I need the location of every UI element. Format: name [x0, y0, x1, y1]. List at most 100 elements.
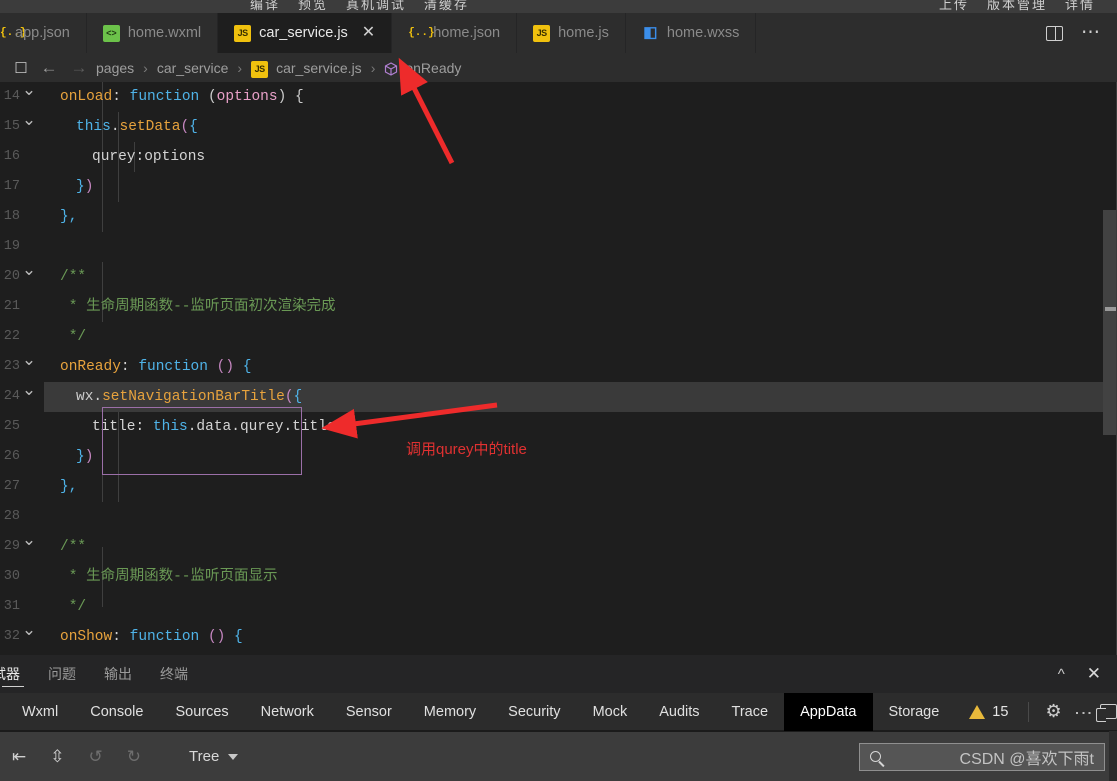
code-line[interactable]: }) [44, 442, 1117, 472]
split-editor-icon[interactable] [1046, 25, 1063, 41]
devtools-tab-trace[interactable]: Trace [716, 693, 785, 731]
line-number-gutter[interactable]: 14 15 16 17 18 19 20 21 22 23 24 25 26 27 28 29 30 31 32 [0, 82, 44, 655]
editor-scrollbar[interactable] [1103, 82, 1117, 655]
gutter-line[interactable]: 14 [0, 82, 44, 112]
breadcrumb-item-car_service-js[interactable]: car_service.js [274, 60, 364, 76]
top-menu-right-item-0[interactable]: 上传 [939, 0, 969, 12]
editor-tab-home-json[interactable]: {..} home.json [392, 13, 518, 53]
devtools-tab-audits[interactable]: Audits [643, 693, 715, 731]
top-menu-right[interactable]: 上传 版本管理 详情 [921, 0, 1095, 13]
back-navigation-icon[interactable]: ← [34, 58, 64, 78]
vertical-dots-icon[interactable]: ⋮ [1072, 704, 1096, 720]
code-line[interactable]: */ [44, 592, 1117, 622]
devtools-tab-appdata[interactable]: AppData [784, 692, 873, 731]
code-line[interactable]: }, [44, 472, 1117, 502]
gutter-line[interactable]: 20 [0, 262, 44, 292]
code-line[interactable]: * 生命周期函数--监听页面显示 [44, 562, 1117, 592]
devtools-tab-wxml[interactable]: Wxml [0, 693, 74, 731]
gutter-line[interactable]: 18 [0, 202, 44, 232]
gutter-line[interactable]: 23 [0, 352, 44, 382]
collapse-all-icon[interactable]: ⇤ [0, 747, 38, 767]
code-line[interactable]: qurey:options [44, 142, 1117, 172]
breadcrumb-item-car_service[interactable]: car_service [155, 60, 231, 76]
gutter-line[interactable]: 15 [0, 112, 44, 142]
code-line[interactable]: * 生命周期函数--监听页面初次渲染完成 [44, 292, 1117, 322]
gutter-line[interactable]: 31 [0, 592, 44, 622]
code-line[interactable]: /** [44, 532, 1117, 562]
editor-tab-app-json[interactable]: {..} app.json [0, 13, 87, 53]
code-line[interactable]: this.setData({ [44, 112, 1117, 142]
code-line[interactable]: onShow: function () { [44, 622, 1117, 652]
close-panel-icon[interactable]: ✕ [1087, 664, 1101, 684]
top-menu-right-item-1[interactable]: 版本管理 [987, 0, 1047, 12]
fold-chevron-icon[interactable] [20, 532, 38, 562]
fold-chevron-icon[interactable] [20, 112, 38, 142]
top-menu-right-item-2[interactable]: 详情 [1065, 0, 1095, 12]
breadcrumb-item-pages[interactable]: pages [94, 60, 136, 76]
gutter-line[interactable]: 32 [0, 622, 44, 652]
collapse-panel-icon[interactable]: ^ [1058, 666, 1065, 683]
editor-tab-home-js[interactable]: JS home.js [517, 13, 626, 53]
bookmark-icon[interactable]: ☐ [8, 59, 34, 77]
gutter-line[interactable]: 28 [0, 502, 44, 532]
top-menu-left[interactable]: 编译 预览 真机调试 清缓存 [250, 0, 487, 13]
gear-icon[interactable]: ⚙ [1035, 701, 1071, 722]
forward-navigation-icon[interactable]: → [64, 58, 94, 78]
code-line[interactable]: onReady: function () { [44, 352, 1117, 382]
gutter-line[interactable]: 19 [0, 232, 44, 262]
editor-tab-home-wxss[interactable]: ◧ home.wxss [625, 13, 757, 53]
devtools-tab-console[interactable]: Console [74, 693, 159, 731]
code-line[interactable]: onLoad: function (options) { [44, 82, 1117, 112]
gutter-line[interactable]: 21 [0, 292, 44, 322]
redo-icon[interactable]: ↻ [115, 747, 153, 767]
gutter-line[interactable]: 22 [0, 322, 44, 352]
warning-status[interactable]: 15 [955, 704, 1022, 720]
dock-side-icon[interactable] [1095, 704, 1117, 722]
code-line[interactable]: /** [44, 262, 1117, 292]
more-actions-icon[interactable]: ⋯ [1081, 23, 1101, 42]
gutter-line[interactable]: 25 [0, 412, 44, 442]
devtools-tab-storage[interactable]: Storage [873, 693, 956, 731]
gutter-line[interactable]: 30 [0, 562, 44, 592]
panel-tab-1[interactable]: 问题 [34, 655, 90, 693]
devtools-tab-memory[interactable]: Memory [408, 693, 492, 731]
gutter-line[interactable]: 16 [0, 142, 44, 172]
fold-chevron-icon[interactable] [20, 622, 38, 652]
devtools-tab-sources[interactable]: Sources [159, 693, 244, 731]
code-line[interactable]: */ [44, 322, 1117, 352]
fold-chevron-icon[interactable] [20, 382, 38, 412]
view-mode-dropdown[interactable]: Tree [189, 748, 239, 765]
code-line[interactable] [44, 232, 1117, 262]
code-line[interactable]: }) [44, 172, 1117, 202]
search-box[interactable]: CSDN @喜欢下雨t [859, 742, 1105, 771]
gutter-line[interactable]: 29 [0, 532, 44, 562]
gutter-line[interactable]: 24 [0, 382, 44, 412]
code-line[interactable] [44, 502, 1117, 532]
gutter-line[interactable]: 26 [0, 442, 44, 472]
fold-chevron-icon[interactable] [20, 262, 38, 292]
top-menu-item-0[interactable]: 编译 [250, 0, 280, 12]
gutter-line[interactable]: 17 [0, 172, 44, 202]
devtools-tab-mock[interactable]: Mock [577, 693, 644, 731]
editor-tab-home-wxml[interactable]: <> home.wxml [86, 13, 219, 53]
panel-tab-3[interactable]: 终端 [146, 655, 202, 693]
top-menu-item-1[interactable]: 预览 [298, 0, 328, 12]
top-menu-item-2[interactable]: 真机调试 [346, 0, 406, 12]
breadcrumb-item-onReady[interactable]: onReady [403, 60, 463, 76]
code-editor[interactable]: 14 15 16 17 18 19 20 21 22 23 24 25 26 27 28 29 30 31 32 o… [0, 82, 1117, 655]
code-line[interactable]: }, [44, 202, 1117, 232]
close-tab-icon[interactable]: ✕ [362, 25, 375, 41]
code-line[interactable]: title: this.data.qurey.title [44, 412, 1117, 442]
undo-icon[interactable]: ↺ [77, 747, 115, 767]
fold-chevron-icon[interactable] [20, 352, 38, 382]
expand-all-icon[interactable]: ⇳ [38, 747, 76, 767]
devtools-tab-security[interactable]: Security [492, 693, 576, 731]
devtools-tab-sensor[interactable]: Sensor [330, 693, 408, 731]
top-menu-item-3[interactable]: 清缓存 [424, 0, 469, 12]
code-content[interactable]: onLoad: function (options) {this.setData… [44, 82, 1117, 655]
panel-tab-2[interactable]: 输出 [90, 655, 146, 693]
panel-tab-0[interactable]: 试器 [0, 655, 34, 693]
editor-tab-car_service-js[interactable]: JS car_service.js ✕ [218, 13, 393, 53]
code-line[interactable]: wx.setNavigationBarTitle({ [44, 382, 1117, 412]
gutter-line[interactable]: 27 [0, 472, 44, 502]
